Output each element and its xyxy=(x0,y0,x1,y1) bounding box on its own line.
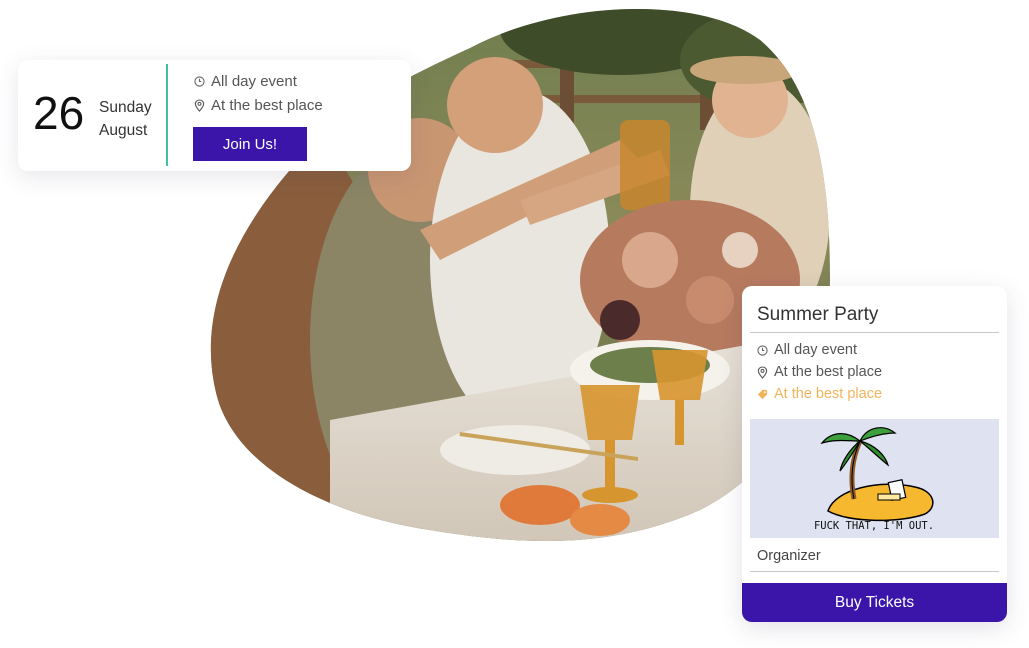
event-tag-text: At the best place xyxy=(774,386,883,402)
date-place-text: At the best place xyxy=(211,97,323,114)
join-us-button[interactable]: Join Us! xyxy=(193,127,307,161)
buy-tickets-button[interactable]: Buy Tickets xyxy=(742,583,1007,622)
tag-icon xyxy=(755,387,769,401)
date-place-row: At the best place xyxy=(192,97,323,114)
date-weekday: Sunday xyxy=(99,99,152,116)
clock-icon xyxy=(755,343,769,357)
date-month: August xyxy=(99,122,148,139)
organizer-label: Organizer xyxy=(757,548,821,564)
event-image: FUCK THAT, I'M OUT. xyxy=(750,419,999,538)
date-time-row: All day event xyxy=(192,73,297,90)
event-place-text: At the best place xyxy=(774,364,883,380)
event-place-row: At the best place xyxy=(755,364,882,380)
date-day-number: 26 xyxy=(33,87,85,139)
date-time-text: All day event xyxy=(211,73,297,90)
date-weekday-month: Sunday August xyxy=(99,96,152,142)
clock-icon xyxy=(192,75,206,89)
title-divider xyxy=(750,332,999,333)
date-divider xyxy=(166,64,168,166)
event-title: Summer Party xyxy=(757,304,879,325)
organizer-divider xyxy=(750,571,999,572)
palm-island-illustration: FUCK THAT, I'M OUT. xyxy=(814,427,934,532)
event-time-text: All day event xyxy=(774,342,858,358)
location-pin-icon xyxy=(755,365,769,379)
event-tag-row: At the best place xyxy=(755,386,882,402)
location-pin-icon xyxy=(192,99,206,113)
event-time-row: All day event xyxy=(755,342,857,358)
image-caption: FUCK THAT, I'M OUT. xyxy=(814,520,934,532)
